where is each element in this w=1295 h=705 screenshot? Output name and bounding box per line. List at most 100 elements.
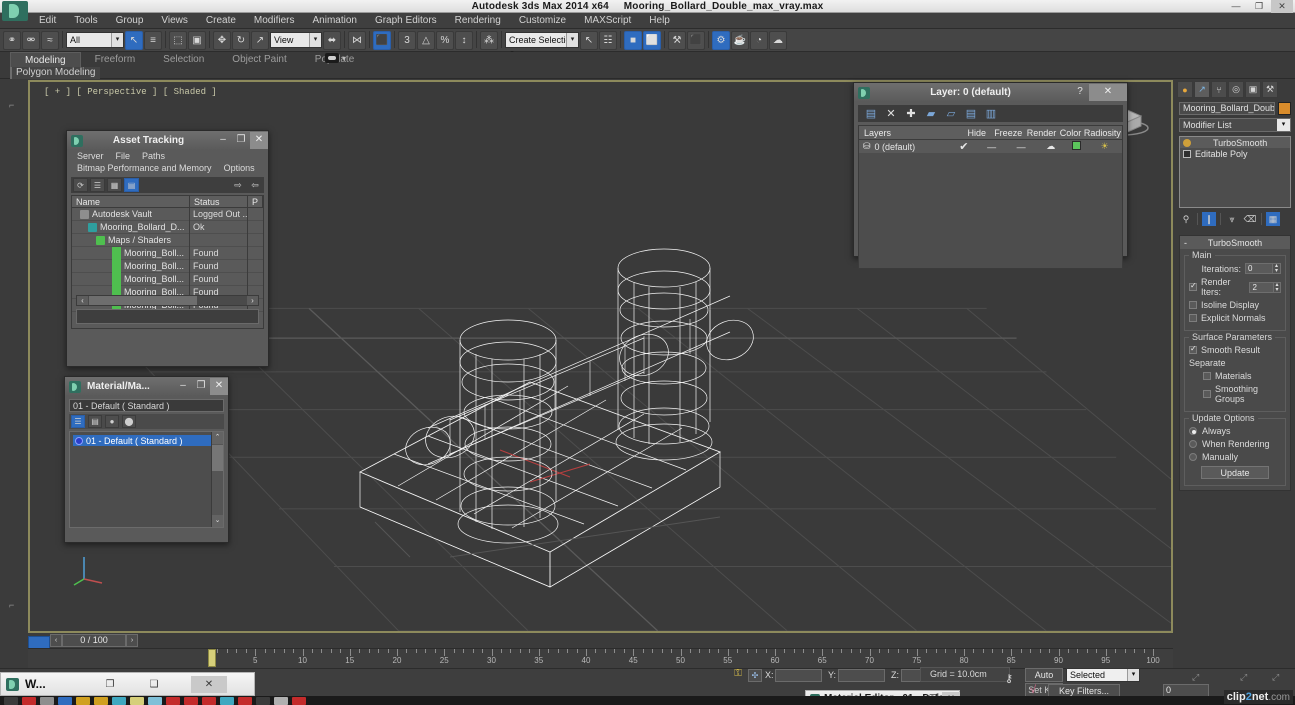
close-button[interactable]: ✕ [1271, 0, 1293, 13]
utilities-tab[interactable]: ⚒ [1262, 81, 1278, 98]
taskbar-item-13[interactable] [238, 696, 252, 705]
asset-tracking-maximize-button[interactable]: ❐ [232, 132, 250, 149]
ribbon-tab-selection[interactable]: Selection [149, 52, 218, 67]
refresh-assets-icon[interactable]: ⟳ [73, 178, 88, 192]
unlink-icon[interactable]: ⚮ [22, 30, 40, 50]
reference-coord-dropdown[interactable]: View ▾ [270, 32, 322, 48]
delete-layer-icon[interactable]: ✕ [884, 107, 898, 121]
absolute-relative-toggle-icon[interactable]: ✣ [748, 669, 762, 682]
create-new-layer-icon[interactable]: ▤ [864, 107, 878, 121]
track-bar-ruler[interactable]: 5 10 15 20 25 30 35 40 45 50 55 60 65 70 75 80 85 90 95 100 [28, 648, 1173, 668]
chevron-down-icon[interactable]: ▾ [1127, 669, 1139, 681]
menu-item-views[interactable]: Views [152, 13, 197, 29]
material-map-list[interactable]: 01 - Default ( Standard ) ⌃ ⌄ [69, 431, 224, 528]
select-by-name-icon[interactable]: ≡ [144, 30, 162, 50]
column-header-hide[interactable]: Hide [962, 128, 991, 138]
hide-unselected-icon[interactable]: ▥ [984, 107, 998, 121]
align-icon[interactable]: ⋈ [348, 30, 366, 50]
schematic-view-icon[interactable]: ☷ [599, 30, 617, 50]
layer-manager-close-button[interactable]: ✕ [1089, 84, 1127, 101]
taskbar-item-1[interactable] [22, 696, 36, 705]
list-display-icon[interactable]: ☰ [71, 415, 85, 428]
snaps-toggle-icon[interactable]: 3 [398, 30, 416, 50]
ribbon-populate-chip[interactable]: ▾ [325, 53, 346, 63]
make-unique-icon[interactable]: ⩔ [1225, 212, 1239, 226]
background-window-titlebar[interactable]: W... ❐ ❑ ✕ [0, 672, 255, 696]
motion-tab[interactable]: ◎ [1228, 81, 1244, 98]
remove-modifier-icon[interactable]: ⌫ [1243, 212, 1257, 226]
pan-nav-icon[interactable]: ⤢ [1240, 672, 1247, 683]
asset-tracking-minimize-button[interactable]: – [214, 132, 232, 149]
menu-item-edit[interactable]: Edit [30, 13, 65, 29]
curve-editor-icon[interactable]: ↖ [580, 30, 598, 50]
material-map-maximize-button[interactable]: ❐ [192, 378, 210, 395]
update-button[interactable]: Update [1201, 466, 1269, 479]
background-maximize-button[interactable]: ❑ [143, 676, 165, 693]
layer-manager-titlebar[interactable]: Layer: 0 (default) ? ✕ [854, 83, 1127, 102]
layer-manager-help-button[interactable]: ? [1071, 84, 1089, 101]
object-name-field[interactable]: Mooring_Bollard_Double [1179, 102, 1275, 115]
create-tab[interactable]: ● [1177, 81, 1193, 98]
smooth-result-checkbox[interactable] [1189, 344, 1197, 354]
activeshade-icon[interactable]: ◔ [750, 30, 768, 50]
coord-y-field[interactable] [838, 669, 885, 682]
select-rotate-icon[interactable]: ↻ [232, 30, 250, 50]
render-iters-spinner[interactable]: ▴ ▾ [1274, 281, 1281, 293]
frame-readout[interactable]: 0 / 100 [62, 634, 126, 647]
layer-table-row[interactable]: ⛁ 0 (default) ✔ — — ☁ ☀ [859, 140, 1122, 153]
lightbulb-icon[interactable] [1183, 138, 1191, 147]
key-mode-toggle-icon[interactable]: ⚷ [1005, 672, 1013, 685]
highlight-selected-icon[interactable]: ▤ [964, 107, 978, 121]
at-menu-paths[interactable]: Paths [136, 150, 171, 162]
render-setup-icon[interactable]: ⚒ [668, 30, 686, 50]
orbit-nav-icon[interactable]: ⤢ [1272, 672, 1279, 683]
prev-frame-button[interactable]: ‹ [50, 634, 62, 647]
mirror-icon[interactable]: ⬌ [323, 30, 341, 50]
asset-tracking-window[interactable]: Asset Tracking – ❐ ✕ Server File Paths Bit… [66, 130, 269, 367]
pin-stack-icon[interactable]: ⚲ [1179, 212, 1193, 226]
column-header-color[interactable]: Color [1058, 128, 1083, 138]
check-out-icon[interactable]: ⇦ [248, 179, 262, 192]
render-iterative-icon[interactable]: ☕ [731, 30, 749, 50]
asset-row[interactable]: Mooring_Boll... Found [72, 259, 263, 273]
background-close-button[interactable]: ✕ [191, 676, 227, 693]
taskbar-item-15[interactable] [274, 696, 288, 705]
turbosmooth-rollout-header[interactable]: - TurboSmooth [1180, 236, 1290, 249]
app-logo-icon[interactable] [2, 1, 28, 21]
taskbar-item-2[interactable] [40, 696, 54, 705]
layer-manager-window[interactable]: Layer: 0 (default) ? ✕ ▤ ✕ ✚ ▰ ▱ ▤ ▥ Lay… [853, 82, 1128, 269]
taskbar-item-10[interactable] [184, 696, 198, 705]
modifier-stack-item[interactable]: TurboSmooth [1180, 137, 1290, 148]
material-map-close-button[interactable]: ✕ [210, 378, 228, 395]
material-map-search-field[interactable]: 01 - Default ( Standard ) [69, 399, 224, 412]
taskbar-item-16[interactable] [292, 696, 306, 705]
large-sphere-icon[interactable]: ⬤ [122, 415, 136, 428]
scroll-right-arrow-icon[interactable]: › [247, 296, 258, 305]
asset-row[interactable]: Mooring_Bollard_D... Ok [72, 220, 263, 234]
select-scale-icon[interactable]: ↗ [251, 30, 269, 50]
ribbon-tab-object-paint[interactable]: Object Paint [218, 52, 300, 67]
iterations-spinner[interactable]: ▴ ▾ [1273, 263, 1281, 274]
menu-item-create[interactable]: Create [197, 13, 245, 29]
display-tab[interactable]: ▣ [1245, 81, 1261, 98]
menu-item-maxscript[interactable]: MAXScript [575, 13, 640, 29]
minimize-button[interactable]: — [1225, 0, 1247, 13]
select-move-icon[interactable]: ✥ [213, 30, 231, 50]
chevron-down-icon[interactable]: ▾ [566, 33, 578, 47]
taskbar-item-11[interactable] [202, 696, 216, 705]
materials-checkbox[interactable] [1203, 372, 1211, 380]
scroll-left-arrow-icon[interactable]: ‹ [77, 296, 88, 305]
material-map-minimize-button[interactable]: – [174, 378, 192, 395]
asset-row[interactable]: Maps / Shaders [72, 233, 263, 247]
restore-button[interactable]: ❐ [1248, 0, 1270, 13]
zoom-nav-icon[interactable]: ⤢ [1192, 672, 1199, 683]
object-color-swatch[interactable] [1278, 102, 1291, 115]
iterations-field[interactable]: 0 [1245, 263, 1273, 274]
at-menu-bitmap-performance-and-memory[interactable]: Bitmap Performance and Memory [71, 162, 218, 175]
chevron-down-icon[interactable]: ▾ [309, 33, 321, 47]
render-production-icon[interactable]: ⚙ [712, 30, 730, 50]
asset-tracking-hscrollbar[interactable]: ‹ › [76, 295, 259, 306]
taskbar-item-12[interactable] [220, 696, 234, 705]
menu-item-customize[interactable]: Customize [510, 13, 575, 29]
taskbar-item-4[interactable] [76, 696, 90, 705]
